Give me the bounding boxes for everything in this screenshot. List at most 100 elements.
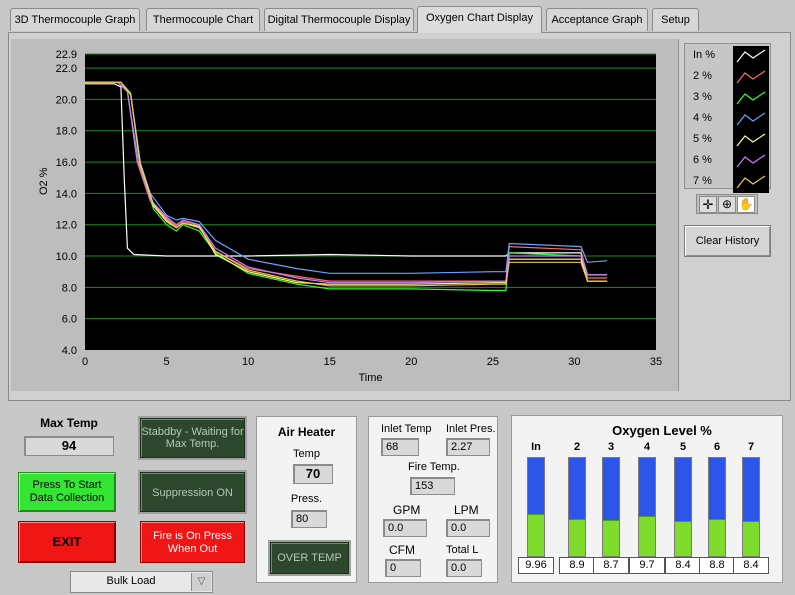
load-select[interactable]: Bulk Load ▽: [70, 571, 213, 593]
air-heater-temp-label: Temp: [293, 448, 320, 460]
oxygen-tank-label: 2: [573, 441, 581, 453]
legend-swatch: [733, 46, 769, 67]
chevron-down-icon[interactable]: ▽: [191, 573, 211, 591]
y-tick-label: 14.0: [56, 188, 77, 200]
max-temp-label: Max Temp: [40, 416, 98, 430]
tab-digital-thermocouple-display[interactable]: Digital Thermocouple Display: [264, 8, 414, 31]
air-heater-press-value: 80: [291, 510, 327, 528]
oxygen-tank-in: [527, 457, 545, 557]
legend-swatch: [733, 88, 769, 109]
tab-acceptance-graph[interactable]: Acceptance Graph: [546, 8, 648, 31]
oxygen-tank-value: 8.4: [733, 557, 769, 574]
legend-swatch: [733, 67, 769, 88]
pan-hand-icon[interactable]: ✋: [737, 196, 755, 213]
tab-setup[interactable]: Setup: [652, 8, 699, 31]
oxygen-tank-value: 8.4: [665, 557, 701, 574]
standby-indicator: Stabdby - Waiting for Max Temp.: [140, 418, 245, 458]
legend-label: In %: [693, 49, 716, 61]
legend-swatch: [733, 151, 769, 172]
y-tick-label: 8.0: [62, 282, 77, 294]
legend-item-5[interactable]: 5 %: [685, 130, 772, 151]
x-axis-label: Time: [358, 372, 382, 384]
over-temp-indicator: OVER TEMP: [270, 542, 349, 574]
load-select-value: Bulk Load: [106, 575, 156, 587]
x-tick-label: 20: [405, 356, 417, 368]
x-tick-label: 0: [82, 356, 88, 368]
oxygen-tank-label: 4: [643, 441, 651, 453]
x-tick-label: 5: [164, 356, 170, 368]
y-tick-label: 22.9: [56, 49, 77, 61]
y-tick-label: 16.0: [56, 157, 77, 169]
inlet-temp-value: 68: [381, 438, 419, 456]
air-heater-title: Air Heater: [277, 425, 336, 439]
total-l-value: 0.0: [446, 559, 482, 577]
cfm-label: CFM: [389, 543, 415, 557]
fire-on-button[interactable]: Fire is On Press When Out: [140, 521, 245, 563]
oxygen-tank-fill: [675, 520, 691, 556]
inlet-pres-value: 2.27: [446, 438, 490, 456]
chart-legend: In % 2 % 3 % 4 % 5 % 6 % 7 %: [684, 43, 772, 193]
legend-swatch: [733, 109, 769, 130]
graph-palette: ✛ ⊕ ✋: [696, 194, 758, 214]
clear-history-button[interactable]: Clear History: [684, 225, 771, 257]
oxygen-tank-3: [602, 457, 620, 557]
tab-3d-thermocouple-graph[interactable]: 3D Thermocouple Graph: [10, 8, 140, 31]
oxygen-tank-2: [568, 457, 586, 557]
air-heater-panel: Air Heater Temp 70 Press. 80 OVER TEMP: [256, 416, 357, 583]
oxygen-tank-6: [708, 457, 726, 557]
oxygen-tank-value: 8.7: [593, 557, 629, 574]
legend-item-7[interactable]: 7 %: [685, 172, 772, 193]
inlet-temp-label: Inlet Temp: [381, 423, 432, 435]
y-tick-label: 20.0: [56, 94, 77, 106]
gpm-value: 0.0: [383, 519, 427, 537]
x-tick-label: 25: [487, 356, 499, 368]
lpm-value: 0.0: [446, 519, 490, 537]
legend-item-in[interactable]: In %: [685, 46, 772, 67]
y-tick-label: 10.0: [56, 251, 77, 263]
y-tick-label: 18.0: [56, 126, 77, 138]
plot-area: [85, 54, 656, 350]
y-tick-label: 6.0: [62, 314, 77, 326]
oxygen-tank-4: [638, 457, 656, 557]
y-tick-label: 12.0: [56, 220, 77, 232]
zoom-icon[interactable]: ⊕: [718, 196, 736, 213]
tab-oxygen-chart-display[interactable]: Oxygen Chart Display: [417, 6, 542, 33]
y-tick-label: 4.0: [62, 345, 77, 357]
exit-button[interactable]: EXIT: [18, 521, 116, 563]
total-l-label: Total L: [446, 544, 479, 556]
oxygen-tank-label: 7: [747, 441, 755, 453]
oxygen-tank-label: 5: [679, 441, 687, 453]
oxygen-chart: 4.0 6.0 8.0 10.0 12.0 14.0 16.0 18.0 20.0 22.0 22.…: [38, 49, 662, 384]
x-tick-label: 15: [324, 356, 336, 368]
y-tick-label: 22.0: [56, 63, 77, 75]
oxygen-tank-label: 3: [607, 441, 615, 453]
max-temp-value: 94: [24, 436, 114, 456]
legend-swatch: [733, 130, 769, 151]
legend-swatch: [733, 172, 769, 193]
legend-label: 6 %: [693, 154, 712, 166]
inlet-panel: Inlet Temp 68 Inlet Pres. 2.27 Fire Temp…: [368, 416, 498, 583]
legend-label: 7 %: [693, 175, 712, 187]
tab-thermocouple-chart[interactable]: Thermocouple Chart: [146, 8, 260, 31]
legend-label: 5 %: [693, 133, 712, 145]
cfm-value: 0: [385, 559, 421, 577]
air-heater-press-label: Press.: [290, 493, 323, 505]
legend-label: 4 %: [693, 112, 712, 124]
legend-item-4[interactable]: 4 %: [685, 109, 772, 130]
oxygen-tank-fill: [743, 520, 759, 556]
fire-temp-label: Fire Temp.: [408, 461, 460, 473]
suppression-indicator: Suppression ON: [140, 472, 245, 512]
oxygen-level-title: Oxygen Level %: [612, 423, 712, 438]
legend-item-3[interactable]: 3 %: [685, 88, 772, 109]
oxygen-tank-value: 9.96: [518, 557, 554, 574]
legend-item-2[interactable]: 2 %: [685, 67, 772, 88]
legend-item-6[interactable]: 6 %: [685, 151, 772, 172]
legend-label: 2 %: [693, 70, 712, 82]
start-data-collection-button[interactable]: Press To Start Data Collection: [18, 472, 116, 512]
air-heater-temp-value: 70: [293, 464, 333, 484]
oxygen-tank-fill: [528, 513, 544, 556]
oxygen-tank-label: In: [531, 441, 541, 453]
crosshair-icon[interactable]: ✛: [699, 196, 717, 213]
oxygen-tank-7: [742, 457, 760, 557]
oxygen-tank-value: 8.8: [699, 557, 735, 574]
